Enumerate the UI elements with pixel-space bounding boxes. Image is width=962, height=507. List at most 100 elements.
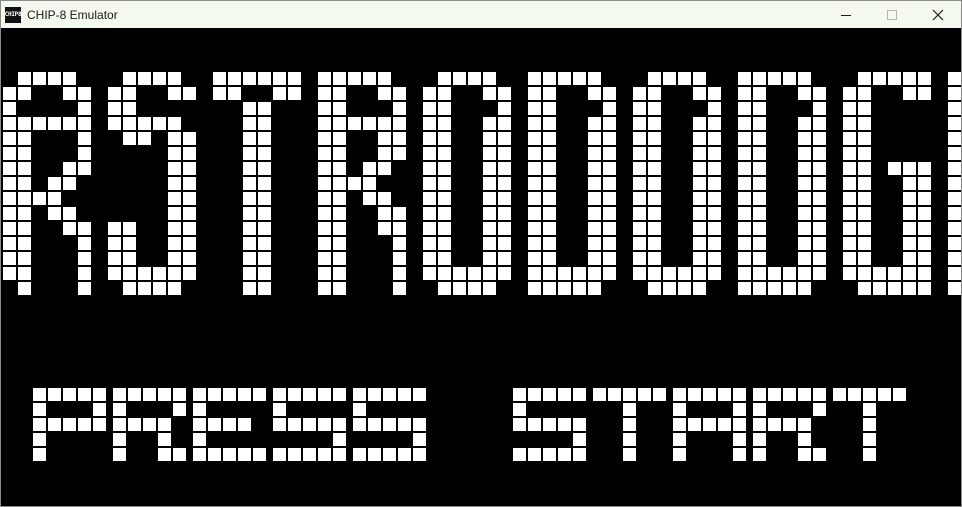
screen-pixel <box>528 87 541 100</box>
screen-pixel <box>138 72 151 85</box>
screen-pixel <box>948 207 961 220</box>
screen-pixel <box>843 192 856 205</box>
screen-pixel <box>543 418 556 431</box>
screen-pixel <box>558 72 571 85</box>
screen-pixel <box>873 72 886 85</box>
screen-pixel <box>663 72 676 85</box>
emulator-display[interactable] <box>1 28 961 506</box>
screen-pixel <box>78 102 91 115</box>
screen-pixel <box>153 117 166 130</box>
screen-pixel <box>243 237 256 250</box>
screen-pixel <box>33 403 46 416</box>
screen-pixel <box>858 102 871 115</box>
screen-pixel <box>498 237 511 250</box>
screen-pixel <box>18 147 31 160</box>
screen-pixel <box>588 282 601 295</box>
screen-pixel <box>258 282 271 295</box>
screen-pixel <box>318 162 331 175</box>
screen-pixel <box>753 132 766 145</box>
window-controls <box>823 1 961 28</box>
close-button[interactable] <box>915 1 961 28</box>
screen-pixel <box>633 147 646 160</box>
screen-pixel <box>483 282 496 295</box>
screen-pixel <box>753 252 766 265</box>
screen-pixel <box>318 207 331 220</box>
screen-pixel <box>798 147 811 160</box>
screen-pixel <box>63 72 76 85</box>
screen-pixel <box>253 448 266 461</box>
screen-pixel <box>333 448 346 461</box>
screen-pixel <box>528 448 541 461</box>
screen-pixel <box>843 177 856 190</box>
screen-pixel <box>363 192 376 205</box>
screen-pixel <box>858 222 871 235</box>
screen-pixel <box>393 237 406 250</box>
screen-pixel <box>708 102 721 115</box>
screen-pixel <box>483 252 496 265</box>
screen-pixel <box>138 267 151 280</box>
maximize-button[interactable] <box>869 1 915 28</box>
screen-pixel <box>3 147 16 160</box>
screen-pixel <box>588 222 601 235</box>
screen-pixel <box>813 132 826 145</box>
screen-pixel <box>273 448 286 461</box>
screen-pixel <box>693 237 706 250</box>
screen-pixel <box>333 282 346 295</box>
screen-pixel <box>113 388 126 401</box>
screen-pixel <box>438 192 451 205</box>
screen-pixel <box>3 237 16 250</box>
screen-pixel <box>18 207 31 220</box>
screen-pixel <box>483 132 496 145</box>
screen-pixel <box>708 267 721 280</box>
screen-pixel <box>588 87 601 100</box>
screen-pixel <box>483 147 496 160</box>
screen-pixel <box>243 117 256 130</box>
screen-pixel <box>18 162 31 175</box>
screen-pixel <box>543 267 556 280</box>
screen-pixel <box>528 418 541 431</box>
screen-pixel <box>113 418 126 431</box>
screen-pixel <box>588 237 601 250</box>
screen-pixel <box>143 418 156 431</box>
screen-pixel <box>858 177 871 190</box>
screen-pixel <box>693 207 706 220</box>
screen-pixel <box>423 102 436 115</box>
screen-pixel <box>258 237 271 250</box>
screen-pixel <box>708 222 721 235</box>
glyph-o-4 <box>423 72 511 295</box>
screen-pixel <box>303 388 316 401</box>
screen-pixel <box>243 72 256 85</box>
screen-pixel <box>738 117 751 130</box>
screen-pixel <box>543 222 556 235</box>
screen-pixel <box>648 147 661 160</box>
screen-pixel <box>333 433 346 446</box>
screen-pixel <box>423 87 436 100</box>
screen-pixel <box>863 388 876 401</box>
glyph-s-3 <box>273 388 346 461</box>
screen-pixel <box>183 237 196 250</box>
screen-pixel <box>333 237 346 250</box>
screen-pixel <box>648 72 661 85</box>
screen-pixel <box>833 388 846 401</box>
screen-pixel <box>3 87 16 100</box>
screen-pixel <box>603 192 616 205</box>
title-bar[interactable]: CHIP8 CHIP-8 Emulator <box>1 1 961 28</box>
screen-pixel <box>918 267 931 280</box>
screen-pixel <box>383 388 396 401</box>
screen-pixel <box>393 267 406 280</box>
screen-pixel <box>78 87 91 100</box>
minimize-button[interactable] <box>823 1 869 28</box>
screen-pixel <box>63 117 76 130</box>
screen-pixel <box>738 282 751 295</box>
screen-pixel <box>183 132 196 145</box>
screen-pixel <box>393 87 406 100</box>
screen-pixel <box>183 267 196 280</box>
screen-pixel <box>423 192 436 205</box>
screen-pixel <box>798 162 811 175</box>
screen-pixel <box>168 267 181 280</box>
screen-pixel <box>558 267 571 280</box>
glyph-g-8 <box>843 72 931 295</box>
screen-pixel <box>528 282 541 295</box>
screen-pixel <box>688 418 701 431</box>
screen-pixel <box>623 403 636 416</box>
